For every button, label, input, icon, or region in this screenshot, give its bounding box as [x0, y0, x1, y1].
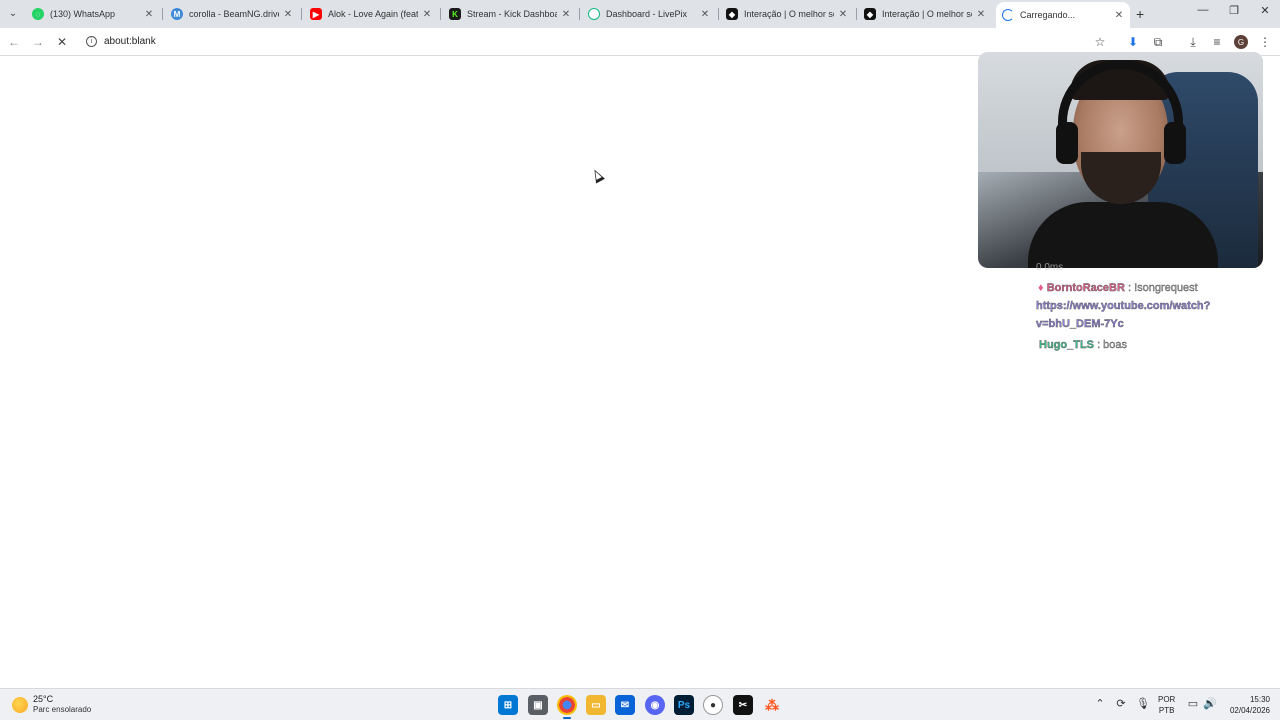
- outlook-icon[interactable]: ✉: [615, 695, 635, 715]
- chat-text: : boas: [1097, 339, 1128, 351]
- tab-title: Interação | O melhor soft: [744, 9, 834, 19]
- tab-separator: [301, 8, 302, 20]
- capcut-icon[interactable]: ✂: [733, 695, 753, 715]
- extension-download-icon[interactable]: ⬇: [1125, 34, 1141, 50]
- clock-date: 02/04/2026: [1229, 706, 1270, 715]
- loading-spinner-icon: [1002, 9, 1014, 21]
- tray-microphone-icon[interactable]: 🎙: [1135, 697, 1151, 710]
- tab-title: Dashboard - LivePix: [606, 9, 688, 19]
- tray-overflow-chevron-icon[interactable]: ⌃: [1092, 697, 1108, 710]
- photoshop-icon[interactable]: Ps: [674, 695, 694, 715]
- tab-title: Interação | O melhor soft: [882, 9, 972, 19]
- tab-search-icon[interactable]: ⌄: [4, 4, 22, 22]
- bookmark-star-icon[interactable]: ☆: [1092, 34, 1108, 50]
- new-tab-icon[interactable]: +: [1136, 6, 1144, 22]
- chat-badge-icon: ♦: [1038, 282, 1044, 294]
- stop-loading-icon[interactable]: ✕: [54, 34, 70, 50]
- keyboard-language[interactable]: POR PTB: [1158, 694, 1175, 716]
- tab-title: Carregando...: [1020, 10, 1076, 20]
- tab-interacao-2[interactable]: ◆ Interação | O melhor soft ✕: [858, 4, 992, 24]
- tab-strip: ⌄ ◌ (130) WhatsApp ✕ M corolla - BeamNG.…: [0, 0, 1280, 28]
- tab-separator: [579, 8, 580, 20]
- close-icon[interactable]: ✕: [561, 9, 571, 20]
- system-clock[interactable]: 15:30 02/04/2026: [1222, 694, 1270, 716]
- file-explorer-icon[interactable]: ▭: [586, 695, 606, 715]
- close-icon[interactable]: ✕: [1114, 10, 1124, 21]
- tab-title: corolla - BeamNG.drive S: [189, 9, 279, 19]
- chat-username: Hugo_TLS: [1039, 339, 1094, 351]
- close-icon[interactable]: ✕: [976, 9, 986, 20]
- windows-taskbar: 25°C Parc ensolarado ⊞ ▣ ▭ ✉ ◉ Ps ● ✂ ⁂ …: [0, 688, 1280, 720]
- weather-sun-icon[interactable]: [12, 697, 28, 713]
- obs-icon[interactable]: ●: [703, 695, 723, 715]
- close-window-icon[interactable]: ✕: [1255, 4, 1275, 17]
- windows-start-icon[interactable]: ⊞: [498, 695, 518, 715]
- tab-kick[interactable]: K Stream - Kick Dashboard ✕: [443, 4, 577, 24]
- chat-message: Hugo_TLS : boas: [1039, 339, 1127, 351]
- tab-title: Alok - Love Again (feat. A: [328, 9, 418, 19]
- livepix-icon: [588, 8, 600, 20]
- chat-link: https://www.youtube.com/watch?: [1036, 300, 1211, 312]
- tab-separator: [440, 8, 441, 20]
- clock-time: 15:30: [1249, 695, 1270, 704]
- close-icon[interactable]: ✕: [422, 9, 432, 20]
- restore-icon[interactable]: ❐: [1224, 4, 1244, 17]
- webcam-person-body: [1028, 202, 1218, 268]
- kick-icon: K: [449, 8, 461, 20]
- dots-app-icon[interactable]: ⁂: [762, 695, 782, 715]
- tab-separator: [856, 8, 857, 20]
- tab-separator: [718, 8, 719, 20]
- chrome-icon[interactable]: [557, 695, 577, 719]
- weather-temperature[interactable]: 25°C: [33, 694, 53, 704]
- chat-message: ♦ BorntoRaceBR : !songrequest: [1038, 282, 1198, 294]
- weather-description[interactable]: Parc ensolarado: [33, 705, 91, 714]
- task-view-icon[interactable]: ▣: [528, 695, 548, 715]
- tab-loading[interactable]: Carregando... ✕: [996, 2, 1130, 28]
- tray-sync-icon[interactable]: ⟳: [1113, 697, 1129, 710]
- youtube-icon: ▶: [310, 8, 322, 20]
- minimize-icon[interactable]: —: [1193, 4, 1213, 16]
- tab-livepix[interactable]: Dashboard - LivePix ✕: [582, 4, 716, 24]
- menu-kebab-icon[interactable]: ⋮: [1257, 34, 1273, 50]
- beamng-icon: M: [171, 8, 183, 20]
- downloads-icon[interactable]: ⤓: [1185, 34, 1201, 50]
- site-info-icon[interactable]: i: [86, 36, 97, 47]
- tab-separator: [162, 8, 163, 20]
- tab-title: Stream - Kick Dashboard: [467, 9, 557, 19]
- extensions-puzzle-icon[interactable]: ⧉: [1150, 34, 1166, 50]
- tab-youtube[interactable]: ▶ Alok - Love Again (feat. A ✕: [304, 4, 438, 24]
- chat-link: v=bhU_DEM-7Yc: [1036, 318, 1124, 330]
- webcam-overlay: [978, 52, 1263, 268]
- close-icon[interactable]: ✕: [838, 9, 848, 20]
- interacao-icon: ◆: [726, 8, 738, 20]
- keyboard-layout: PTB: [1158, 706, 1175, 715]
- headset-ear-left: [1056, 122, 1078, 164]
- language-code: POR: [1158, 695, 1176, 704]
- close-icon[interactable]: ✕: [700, 9, 710, 20]
- whatsapp-icon: ◌: [32, 8, 44, 20]
- chat-truncated-line: 0 0ms: [1036, 262, 1064, 273]
- headset-ear-right: [1164, 122, 1186, 164]
- discord-icon[interactable]: ◉: [645, 695, 665, 715]
- chat-username: BorntoRaceBR: [1046, 282, 1125, 294]
- interacao-icon: ◆: [864, 8, 876, 20]
- media-controls-icon[interactable]: ≡: [1209, 34, 1225, 50]
- back-icon[interactable]: ←: [6, 34, 22, 50]
- forward-icon[interactable]: →: [30, 34, 46, 50]
- tray-volume-icon[interactable]: 🔊: [1202, 697, 1218, 710]
- address-url[interactable]: about:blank: [104, 36, 156, 47]
- tab-beamng[interactable]: M corolla - BeamNG.drive S ✕: [165, 4, 299, 24]
- tab-interacao-1[interactable]: ◆ Interação | O melhor soft ✕: [720, 4, 854, 24]
- mouse-cursor-icon: [590, 167, 605, 184]
- address-bar[interactable]: i about:blank: [78, 31, 1118, 53]
- profile-avatar[interactable]: G: [1234, 35, 1248, 49]
- tray-network-icon[interactable]: ▭: [1185, 697, 1201, 710]
- tab-whatsapp[interactable]: ◌ (130) WhatsApp ✕: [26, 4, 160, 24]
- close-icon[interactable]: ✕: [283, 9, 293, 20]
- chat-text: : !songrequest: [1127, 282, 1198, 294]
- tab-title: (130) WhatsApp: [50, 9, 116, 19]
- close-icon[interactable]: ✕: [144, 9, 154, 20]
